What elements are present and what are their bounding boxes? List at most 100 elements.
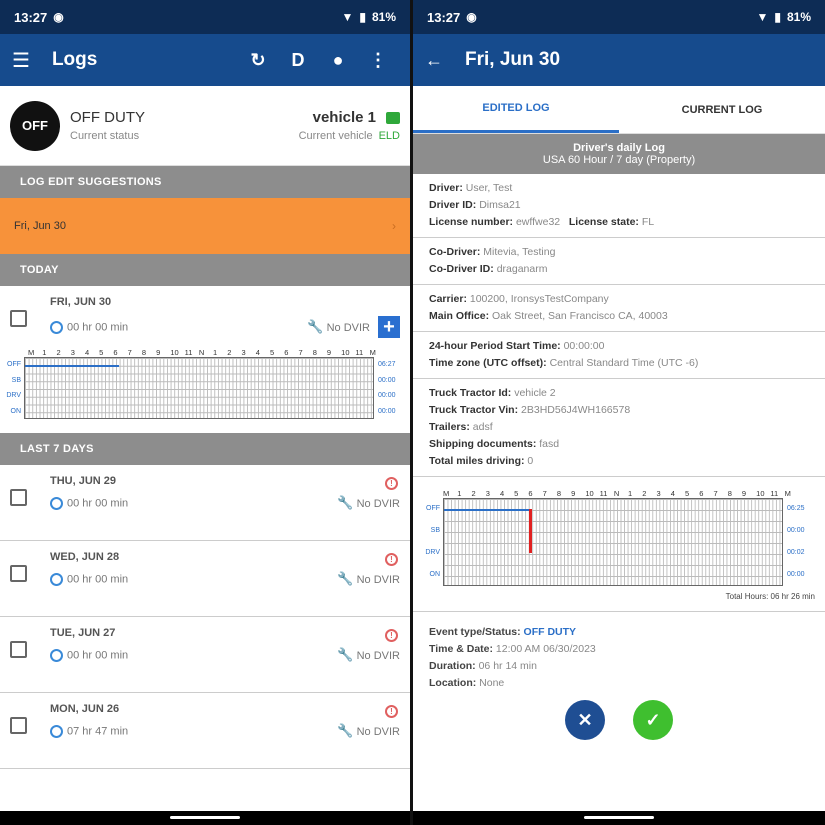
codriver-id-value: draganarm <box>496 263 548 275</box>
hour-label: 9 <box>741 489 747 498</box>
daily-log-title: Driver's daily Log <box>573 142 665 154</box>
hour-label: 5 <box>514 489 519 498</box>
wrench-icon: 🔧 <box>337 495 354 510</box>
hour-label: 7 <box>298 348 303 357</box>
truck-vin-label: Truck Tractor Vin: <box>429 404 519 416</box>
eld-label: ELD <box>378 130 400 142</box>
log-list-item[interactable]: ! TUE, JUN 27 00 hr 00 min 🔧 No DVIR <box>0 617 410 693</box>
clock-icon <box>50 648 63 662</box>
hour-label: 3 <box>485 489 490 498</box>
logs-screen: 13:27 ◉ ▼ ▮ 81% ☰ Logs ↻ D ● ⋮ OFF OFF D… <box>0 0 410 825</box>
back-arrow-icon[interactable]: ← <box>425 50 443 71</box>
hour-label: 2 <box>56 348 61 357</box>
tab-edited-log[interactable]: EDITED LOG <box>413 86 619 133</box>
hour-label: 5 <box>269 348 275 357</box>
hour-label: M <box>784 489 791 498</box>
log-duration: 07 hr 47 min <box>67 724 129 737</box>
codriver-id-label: Co-Driver ID: <box>429 263 494 275</box>
time-zone-value: Central Standard Time (UTC -6) <box>549 357 699 369</box>
notification-icon: ◉ <box>466 10 477 24</box>
row-total: 06:27 <box>378 361 396 368</box>
license-state-label: License state: <box>568 216 639 228</box>
suggestion-item[interactable]: Fri, Jun 30 › <box>0 198 410 254</box>
home-gesture-bar[interactable] <box>584 816 654 819</box>
hour-label: 6 <box>284 348 289 357</box>
log-duration: 00 hr 00 min <box>67 496 129 509</box>
today-header: TODAY <box>0 254 410 286</box>
hour-label: 1 <box>42 348 47 357</box>
notification-icon: ◉ <box>53 10 64 24</box>
log-date: FRI, JUN 30 <box>50 296 112 308</box>
row-label: ON <box>429 571 441 578</box>
driver-id-value: Dimsa21 <box>479 199 521 211</box>
log-list-item[interactable]: ! THU, JUN 29 00 hr 00 min 🔧 No DVIR <box>0 465 410 541</box>
clock-icon <box>50 496 63 510</box>
wifi-icon: ▼ <box>756 10 769 24</box>
row-total: 00:00 <box>787 571 805 578</box>
hour-label: 10 <box>341 348 350 357</box>
log-checkbox[interactable] <box>10 565 27 582</box>
event-duration-value: 06 hr 14 min <box>478 660 537 672</box>
hour-label: M <box>443 489 450 498</box>
hour-label: 1 <box>457 489 462 498</box>
overflow-menu-icon[interactable]: ⋮ <box>358 50 398 71</box>
off-duty-line <box>444 509 529 511</box>
hour-label: 11 <box>184 348 193 357</box>
hour-label: 8 <box>727 489 732 498</box>
home-gesture-bar[interactable] <box>170 816 240 819</box>
add-dvir-button[interactable]: + <box>378 316 400 338</box>
log-edit-suggestions-header: LOG EDIT SUGGESTIONS <box>0 166 410 198</box>
edit-marker[interactable] <box>529 509 532 553</box>
hour-label: 8 <box>556 489 562 498</box>
menu-icon[interactable]: ☰ <box>12 48 30 73</box>
hour-label: N <box>198 348 205 357</box>
battery-icon: ▮ <box>359 10 366 24</box>
wrench-icon: 🔧 <box>337 647 354 662</box>
status-bar: 13:27 ◉ ▼ ▮ 81% <box>413 0 825 34</box>
sync-icon[interactable]: ↻ <box>238 50 278 71</box>
hour-label: 6 <box>113 348 118 357</box>
log-list-item[interactable]: ! WED, JUN 28 00 hr 00 min 🔧 No DVIR <box>0 541 410 617</box>
accept-button[interactable]: ✓ <box>633 700 673 740</box>
vehicle-name: vehicle 1 <box>312 109 376 126</box>
hour-label: 6 <box>528 489 533 498</box>
row-label: SB <box>11 376 21 384</box>
log-checkbox[interactable] <box>10 310 27 327</box>
driver-label: Driver: <box>429 182 463 194</box>
current-status-card[interactable]: OFF OFF DUTY Current status vehicle 1 Cu… <box>0 86 410 166</box>
row-label: OFF <box>426 505 440 512</box>
total-hours: Total Hours: 06 hr 26 min <box>725 592 815 601</box>
row-label: DRV <box>6 392 21 399</box>
today-log-item[interactable]: FRI, JUN 30 00 hr 00 min 🔧 No DVIR + <box>0 286 410 352</box>
event-location-label: Location: <box>429 677 477 689</box>
codriver-info-section: Co-Driver: Mitevia, Testing Co-Driver ID… <box>413 238 825 285</box>
reject-button[interactable]: ✕ <box>565 700 605 740</box>
eld-connected-icon <box>386 111 400 124</box>
duty-grid <box>443 498 783 586</box>
hour-label: 7 <box>542 489 547 498</box>
last-7-days-header: LAST 7 DAYS <box>0 433 410 465</box>
hour-label: 10 <box>170 348 179 357</box>
driver-mode-button[interactable]: D <box>278 50 318 71</box>
hour-label: 9 <box>571 489 576 498</box>
log-checkbox[interactable] <box>10 717 27 734</box>
daily-log-rule: USA 60 Hour / 7 day (Property) <box>542 154 696 166</box>
location-pin-icon[interactable]: ● <box>318 50 358 71</box>
log-date: THU, JUN 29 <box>50 475 117 487</box>
log-checkbox[interactable] <box>10 641 27 658</box>
hour-label: 2 <box>471 489 476 498</box>
hour-label: 10 <box>585 489 594 498</box>
warning-icon: ! <box>385 629 398 642</box>
clock-time: 13:27 <box>14 9 48 25</box>
hour-label: 8 <box>312 348 317 357</box>
event-location-value: None <box>479 677 505 689</box>
tab-current-log[interactable]: CURRENT LOG <box>619 86 825 133</box>
carrier-value: 100200, IronsysTestCompany <box>469 293 609 305</box>
log-checkbox[interactable] <box>10 489 27 506</box>
row-label: OFF <box>7 361 21 368</box>
page-title: Logs <box>51 49 98 70</box>
hour-label: N <box>613 489 620 498</box>
log-list-item[interactable]: ! MON, JUN 26 07 hr 47 min 🔧 No DVIR <box>0 693 410 769</box>
clock-icon <box>50 320 63 334</box>
hour-label: 11 <box>355 348 364 357</box>
